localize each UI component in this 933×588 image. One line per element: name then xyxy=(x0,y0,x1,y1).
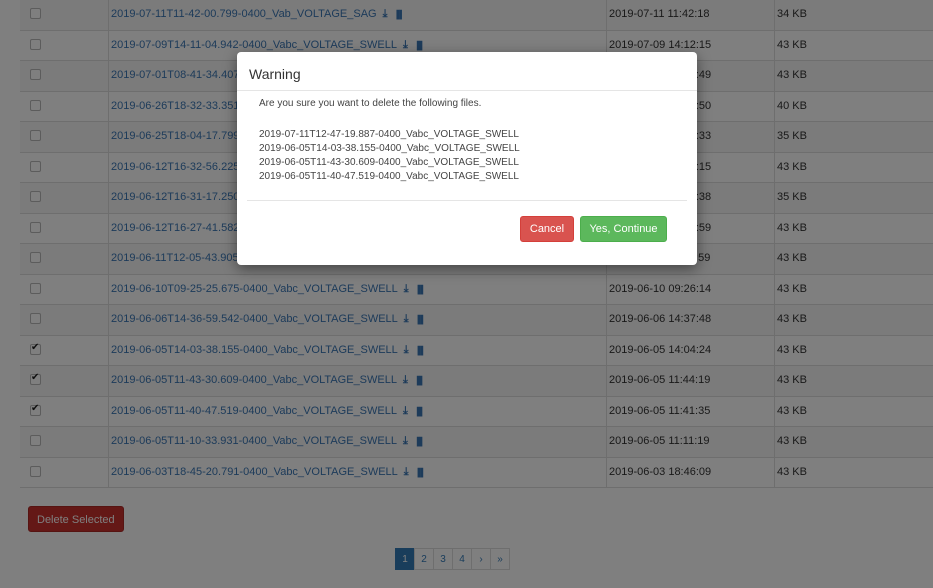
dialog-divider xyxy=(237,90,697,91)
dialog-footer-divider xyxy=(247,200,687,201)
dialog-question: Are you sure you want to delete the foll… xyxy=(259,98,482,109)
warning-dialog: Warning Are you sure you want to delete … xyxy=(237,52,697,265)
dialog-file-item: 2019-06-05T14-03-38.155-0400_Vabc_VOLTAG… xyxy=(259,143,520,154)
dialog-file-list: 2019-07-11T12-47-19.887-0400_Vabc_VOLTAG… xyxy=(259,128,520,184)
cancel-button[interactable]: Cancel xyxy=(520,216,574,242)
dialog-file-item: 2019-06-05T11-43-30.609-0400_Vabc_VOLTAG… xyxy=(259,157,519,168)
dialog-file-item: 2019-07-11T12-47-19.887-0400_Vabc_VOLTAG… xyxy=(259,129,519,140)
continue-button[interactable]: Yes, Continue xyxy=(580,216,667,242)
dialog-title: Warning xyxy=(249,66,301,82)
dialog-file-item: 2019-06-05T11-40-47.519-0400_Vabc_VOLTAG… xyxy=(259,171,519,182)
